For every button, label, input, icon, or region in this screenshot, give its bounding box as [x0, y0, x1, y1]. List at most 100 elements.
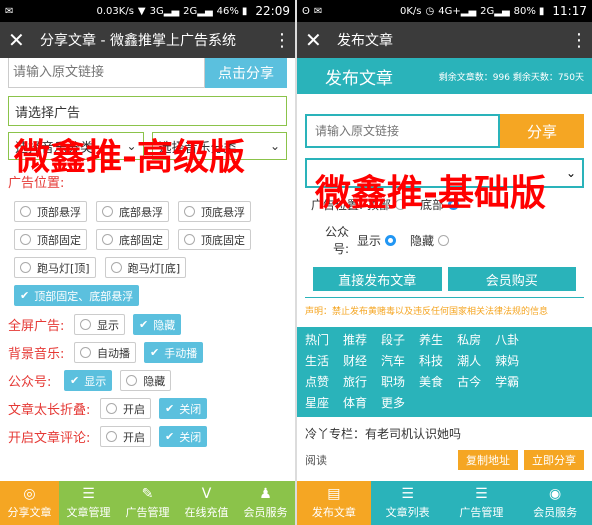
check-icon: ✔	[165, 402, 175, 415]
category-item[interactable]: 潮人	[457, 352, 481, 371]
nav-ad-manage[interactable]: ✎ 广告管理	[118, 481, 177, 525]
radio-icon	[80, 347, 91, 358]
category-item[interactable]: 八卦	[495, 331, 519, 350]
nav-article-list[interactable]: ☰ 文章列表	[371, 481, 445, 525]
signal-icon: ▂▄	[163, 5, 180, 17]
nav-label: 发布文章	[311, 506, 356, 519]
nav-label: 会员服务	[243, 506, 288, 519]
category-item[interactable]: 汽车	[381, 352, 405, 371]
user-icon: ◉	[549, 486, 562, 502]
category-item[interactable]: 推荐	[343, 331, 367, 350]
ad-pos-bottom-float[interactable]: 底部悬浮	[96, 201, 169, 222]
fold-on[interactable]: 开启	[100, 398, 151, 419]
ad-pos-selected-combo[interactable]: ✔ 顶部固定、底部悬浮	[14, 285, 140, 306]
ad-pos-top-float[interactable]: 顶部悬浮	[14, 201, 87, 222]
advanced-version-screen: ✉ 0.03K/s ▼ 3G ▂▄ 2G ▂▄ 46% ▮ 22:09 ✕ 分享…	[0, 0, 295, 525]
ad-pos-bottom-fixed[interactable]: 底部固定	[96, 229, 169, 250]
ad-pos-top-fixed[interactable]: 顶部固定	[14, 229, 87, 250]
comment-on[interactable]: 开启	[100, 426, 151, 447]
alarm-icon: ◷	[425, 5, 435, 17]
account-hide[interactable]: 隐藏	[120, 370, 172, 391]
member-buy-button[interactable]: 会员购买	[447, 267, 576, 291]
more-menu-icon[interactable]: ⋮	[570, 30, 588, 51]
category-item[interactable]: 学霸	[495, 373, 519, 392]
opt-label: 跑马灯[底]	[127, 261, 181, 275]
category-item[interactable]: 星座	[305, 394, 329, 413]
account-show-radio[interactable]	[385, 234, 397, 246]
music-select-2[interactable]: 选择音乐分类 ⌄	[151, 132, 287, 160]
category-item[interactable]: 古今	[457, 373, 481, 392]
ad-pos-marquee-top[interactable]: 跑马灯[顶]	[14, 257, 96, 278]
vip-icon: V	[201, 486, 212, 502]
account-show-label: 显示	[357, 233, 382, 248]
url-input[interactable]	[305, 114, 500, 148]
category-item[interactable]: 科技	[419, 352, 443, 371]
category-item[interactable]: 段子	[381, 331, 405, 350]
fold-off[interactable]: ✔ 关闭	[159, 398, 208, 419]
bgm-auto[interactable]: 自动播	[74, 342, 136, 363]
ad-bottom-radio[interactable]	[448, 199, 460, 210]
list-icon: ☰	[475, 486, 488, 502]
radio-icon	[184, 206, 195, 217]
more-menu-icon[interactable]: ⋮	[273, 30, 291, 51]
category-item[interactable]: 热门	[305, 331, 329, 350]
category-item[interactable]: 财经	[343, 352, 367, 371]
form-content: 点击分享 请选择广告 选择音乐分类 ⌄ 选择音乐分类 ⌄ 微鑫推-高级版 广告位…	[0, 58, 295, 503]
ad-top-radio[interactable]	[395, 199, 407, 210]
article-actions: 阅读 复制地址 立即分享	[305, 450, 584, 470]
category-item[interactable]: 点赞	[305, 373, 329, 392]
publish-button[interactable]: 直接发布文章	[313, 267, 442, 291]
read-label: 阅读	[305, 454, 327, 467]
nav-recharge[interactable]: V 在线充值	[177, 481, 236, 525]
category-item[interactable]: 职场	[381, 373, 405, 392]
bottom-nav: ▤ 发布文章 ☰ 文章列表 ☰ 广告管理 ◉ 会员服务	[297, 481, 592, 525]
ad-select[interactable]: 请选择广告	[8, 96, 287, 126]
category-item[interactable]: 美食	[419, 373, 443, 392]
music-select-1[interactable]: 选择音乐分类 ⌄	[8, 132, 144, 160]
category-item[interactable]: 私房	[457, 331, 481, 350]
copy-url-button[interactable]: 复制地址	[458, 450, 518, 470]
nav-member-service[interactable]: ♟ 会员服务	[236, 481, 295, 525]
bgm-manual[interactable]: ✔ 手动播	[144, 342, 204, 363]
check-icon: ✔	[165, 430, 175, 443]
battery-icon: ▮	[538, 5, 545, 17]
music-select-1-value: 选择音乐分类	[15, 140, 94, 156]
nav-publish[interactable]: ▤ 发布文章	[297, 481, 371, 525]
category-item[interactable]: 养生	[419, 331, 443, 350]
ad-pos-both-fixed[interactable]: 顶底固定	[178, 229, 251, 250]
category-item[interactable]: 更多	[381, 394, 405, 413]
account-show[interactable]: ✔ 显示	[64, 370, 113, 391]
comment-row: 开启文章评论: 开启 ✔ 关闭	[8, 426, 287, 447]
nav-label: 会员服务	[533, 506, 578, 519]
share-button[interactable]: 分享	[500, 114, 584, 148]
ad-bottom-label: 底部	[420, 198, 445, 212]
share-now-button[interactable]: 立即分享	[524, 450, 584, 470]
clock: 11:17	[552, 4, 587, 18]
signal-icon-2: ▂▄	[197, 5, 213, 17]
comment-off[interactable]: ✔ 关闭	[159, 426, 208, 447]
category-item[interactable]: 辣妈	[495, 352, 519, 371]
ad-position-row-3: 跑马灯[顶] 跑马灯[底]	[8, 257, 287, 278]
nav-ad-manage[interactable]: ☰ 广告管理	[445, 481, 519, 525]
nav-share-article[interactable]: ◎ 分享文章	[0, 481, 59, 525]
share-icon: ◎	[23, 486, 36, 502]
ad-pos-marquee-bottom[interactable]: 跑马灯[底]	[104, 257, 187, 278]
category-item[interactable]: 生活	[305, 352, 329, 371]
account-hide-radio[interactable]	[438, 234, 450, 246]
url-input[interactable]	[8, 58, 205, 88]
opt-label: 关闭	[179, 430, 202, 444]
close-icon[interactable]: ✕	[8, 28, 36, 52]
check-icon: ✔	[139, 318, 149, 331]
opt-label: 开启	[123, 430, 145, 444]
category-item[interactable]: 旅行	[343, 373, 367, 392]
nav-article-manage[interactable]: ☰ 文章管理	[59, 481, 118, 525]
share-button[interactable]: 点击分享	[205, 58, 287, 88]
ad-pos-both-float[interactable]: 顶底悬浮	[178, 201, 251, 222]
close-icon[interactable]: ✕	[305, 28, 333, 52]
category-item[interactable]: 体育	[343, 394, 367, 413]
nav-member-service[interactable]: ◉ 会员服务	[518, 481, 592, 525]
fullscreen-hide[interactable]: ✔ 隐藏	[133, 314, 182, 335]
clock: 22:09	[255, 4, 290, 18]
fullscreen-show[interactable]: 显示	[74, 314, 125, 335]
ad-select[interactable]: ⌄	[305, 158, 584, 188]
